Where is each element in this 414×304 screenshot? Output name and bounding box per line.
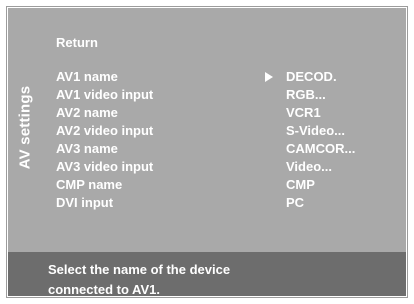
menu-item-av2-video-input[interactable]: AV2 video input S-Video... (56, 123, 374, 139)
return-button[interactable]: Return (56, 35, 98, 51)
menu-item-value: DECOD. (286, 69, 337, 84)
selection-arrow-icon (265, 72, 273, 82)
menu-item-label: DVI input (56, 195, 114, 210)
menu-side-title: AV settings (9, 72, 41, 182)
menu-item-av3-name[interactable]: AV3 name CAMCOR... (56, 141, 374, 157)
menu-item-label: AV3 video input (56, 159, 154, 174)
help-text-line-2: connected to AV1. (48, 282, 160, 297)
menu-item-av3-video-input[interactable]: AV3 video input Video... (56, 159, 374, 175)
menu-item-dvi-input[interactable]: DVI input PC (56, 195, 374, 211)
menu-item-av1-video-input[interactable]: AV1 video input RGB... (56, 87, 374, 103)
menu-item-value: VCR1 (286, 105, 321, 120)
menu-item-label: CMP name (56, 177, 123, 192)
menu-item-label: AV1 name (56, 69, 118, 84)
menu-item-label: AV3 name (56, 141, 118, 156)
menu-item-av1-name[interactable]: AV1 name DECOD. (56, 69, 374, 85)
menu-item-value: Video... (286, 159, 332, 174)
menu-item-value: RGB... (286, 87, 326, 102)
av-settings-menu: AV settings Return AV1 name DECOD. AV1 v… (8, 8, 406, 252)
help-text-line-1: Select the name of the device (48, 262, 231, 277)
menu-item-value: PC (286, 195, 305, 210)
menu-item-label: AV2 video input (56, 123, 154, 138)
help-text: Select the name of the device connected … (48, 260, 230, 300)
menu-item-label: AV1 video input (56, 87, 154, 102)
menu-item-value: CAMCOR... (286, 141, 356, 156)
menu-item-value: S-Video... (286, 123, 345, 138)
menu-item-cmp-name[interactable]: CMP name CMP (56, 177, 374, 193)
menu-side-title-text: AV settings (16, 85, 34, 169)
menu-item-value: CMP (286, 177, 315, 192)
menu-item-av2-name[interactable]: AV2 name VCR1 (56, 105, 374, 121)
menu-item-label: AV2 name (56, 105, 118, 120)
